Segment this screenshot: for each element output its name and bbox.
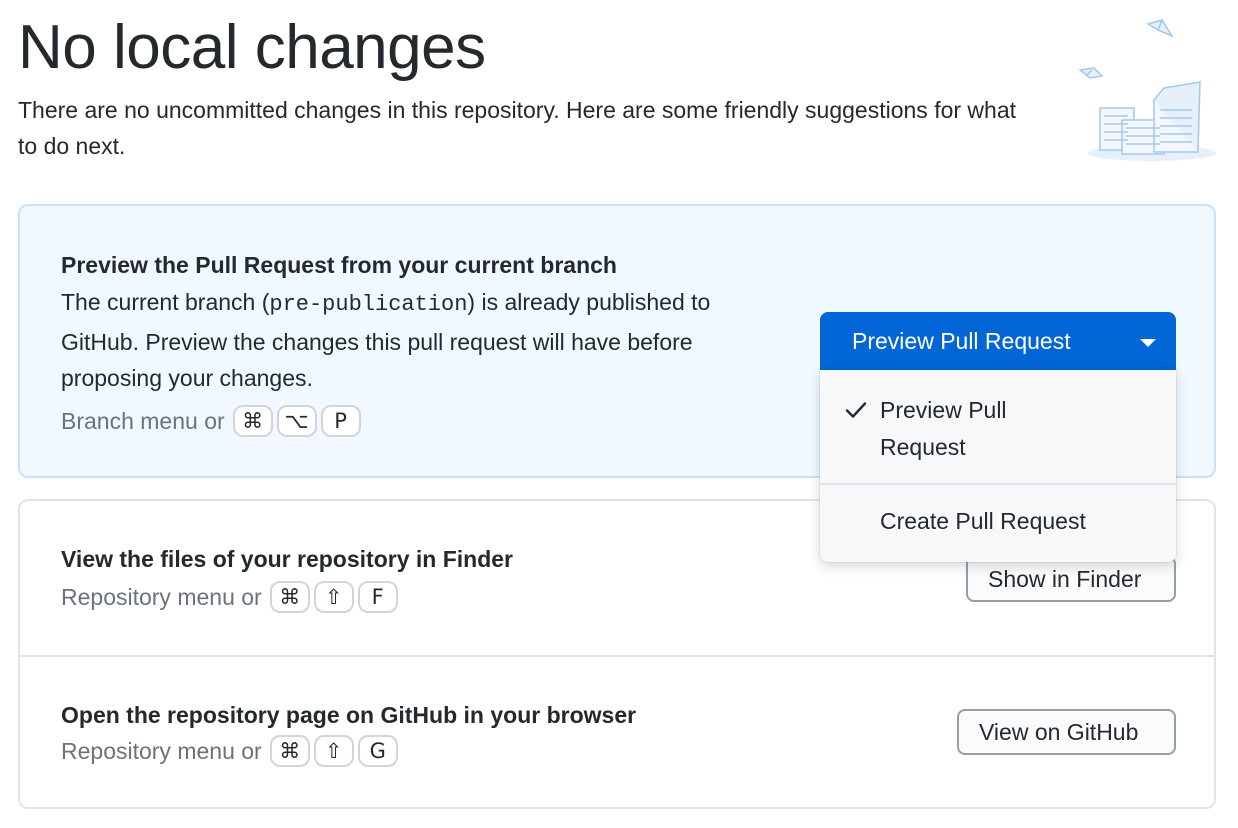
github-title: Open the repository page on GitHub in yo… — [61, 702, 637, 728]
check-icon — [845, 402, 867, 418]
pull-request-title: Preview the Pull Request from your curre… — [61, 252, 617, 278]
github-row: Open the repository page on GitHub in yo… — [20, 655, 1214, 809]
no-changes-view: No local changes There are no uncommitte… — [0, 0, 1238, 828]
page-title: No local changes — [18, 13, 486, 82]
preview-pull-request-label: Preview Pull Request — [852, 328, 1071, 354]
menu-item-label: Preview Pull Request — [880, 397, 1007, 460]
pull-request-description: The current branch (pre-publication) is … — [61, 284, 781, 397]
f-key: F — [357, 581, 398, 613]
option-key: ⌥ — [276, 405, 317, 437]
menu-item-label: Create Pull Request — [880, 508, 1086, 534]
shortcut-label: Repository menu or — [61, 584, 262, 610]
menu-item-preview-pull-request[interactable]: Preview Pull Request — [820, 370, 1176, 485]
shift-key: ⇧ — [313, 581, 354, 613]
preview-pull-request-button[interactable]: Preview Pull Request — [820, 312, 1176, 370]
p-key: P — [320, 405, 361, 437]
command-key: ⌘ — [232, 405, 273, 437]
branch-name: pre-publication — [269, 292, 468, 317]
shortcut-label: Repository menu or — [61, 738, 262, 764]
view-on-github-button[interactable]: View on GitHub — [957, 709, 1176, 755]
g-key: G — [357, 735, 398, 767]
empty-repo-illustration-icon — [1078, 18, 1216, 161]
pull-request-dropdown-menu: Preview Pull Request Create Pull Request — [820, 370, 1176, 562]
finder-shortcut: Repository menu or ⌘ ⇧ F — [61, 581, 402, 613]
caret-down-icon[interactable] — [1140, 339, 1156, 347]
shift-key: ⇧ — [313, 735, 354, 767]
show-in-finder-button[interactable]: Show in Finder — [966, 556, 1176, 602]
github-shortcut: Repository menu or ⌘ ⇧ G — [61, 735, 402, 767]
pull-request-desc-before: The current branch ( — [61, 289, 270, 315]
menu-item-create-pull-request[interactable]: Create Pull Request — [820, 485, 1176, 562]
pull-request-shortcut: Branch menu or ⌘ ⌥ P — [61, 405, 365, 437]
command-key: ⌘ — [269, 735, 310, 767]
finder-title: View the files of your repository in Fin… — [61, 546, 513, 572]
shortcut-label: Branch menu or — [61, 408, 225, 434]
command-key: ⌘ — [269, 581, 310, 613]
page-subtitle: There are no uncommitted changes in this… — [18, 97, 1017, 159]
